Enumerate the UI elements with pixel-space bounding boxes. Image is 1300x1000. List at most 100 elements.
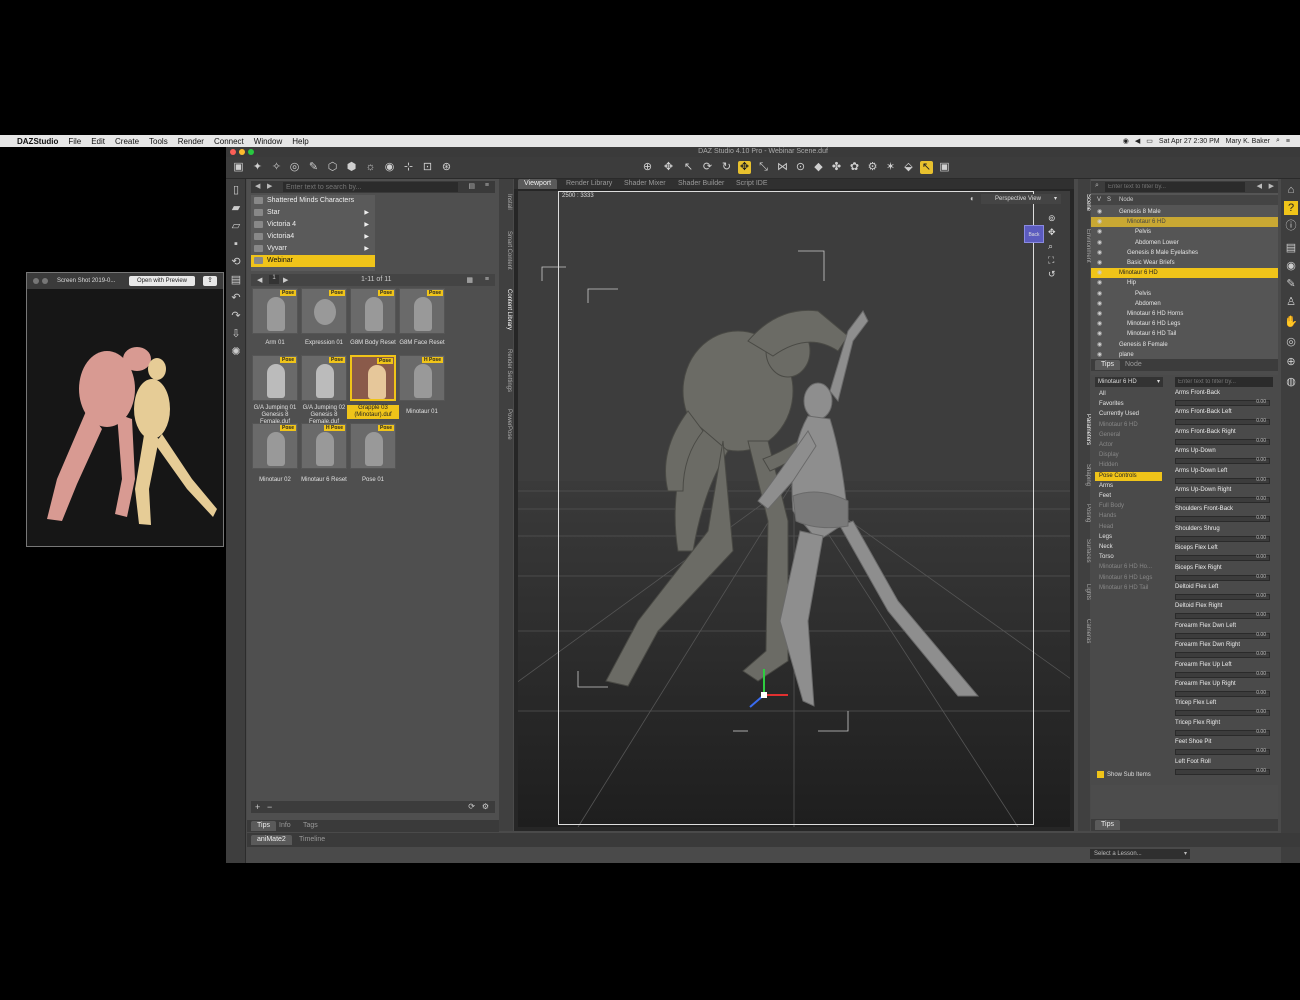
redo-icon[interactable]: ↷ — [229, 309, 243, 323]
create-distant-light-icon[interactable]: ◉ — [383, 161, 396, 174]
view-selector[interactable]: Perspective View ▾ — [981, 194, 1061, 204]
tab-node[interactable]: Node — [1119, 360, 1148, 370]
menu-list-icon[interactable]: ≡ — [1286, 138, 1290, 145]
parameter-category[interactable]: Minotaur 6 HD Legs — [1095, 574, 1162, 583]
menu-file[interactable]: File — [63, 137, 86, 146]
minimize-window-icon[interactable] — [239, 149, 245, 155]
parameter-slider[interactable]: Tricep Flex Right 0.00 — [1171, 719, 1274, 738]
tab-tips[interactable]: Tips — [1095, 820, 1120, 830]
tab-cameras[interactable]: Cameras — [1079, 619, 1091, 643]
asset-pose-01[interactable]: Pose — [350, 423, 396, 469]
parameter-category[interactable]: Full Body — [1095, 502, 1162, 511]
parameter-category[interactable]: Currently Used — [1095, 410, 1162, 419]
parameter-category[interactable]: Minotaur 6 HD Tail — [1095, 584, 1162, 593]
slider-value[interactable]: 0.00 — [1256, 709, 1266, 715]
asset-g8m-face-reset[interactable]: Pose — [399, 288, 445, 334]
close-window-icon[interactable] — [33, 278, 39, 284]
geometry-editor-icon[interactable]: ✤ — [830, 161, 843, 174]
slider-value[interactable]: 0.00 — [1256, 748, 1266, 754]
parameter-slider[interactable]: Biceps Flex Left 0.00 — [1171, 544, 1274, 563]
volume-icon[interactable]: ◀ — [1135, 137, 1140, 145]
camera-orbit-icon[interactable]: ⊚ — [1048, 213, 1056, 224]
prev-page-icon[interactable]: ◀ — [257, 276, 262, 284]
close-window-icon[interactable] — [230, 149, 236, 155]
parameter-category[interactable]: Favorites — [1095, 400, 1162, 409]
tab-script-ide[interactable]: Script IDE — [730, 179, 774, 189]
slider-value[interactable]: 0.00 — [1256, 671, 1266, 677]
forward-icon[interactable]: ▶ — [267, 182, 272, 190]
visibility-eye-icon[interactable]: ◉ — [1097, 260, 1104, 266]
brush-icon[interactable]: ✎ — [1284, 277, 1298, 291]
parameter-category[interactable]: Feet — [1095, 492, 1162, 501]
col-node[interactable]: Node — [1119, 195, 1133, 205]
slider-value[interactable]: 0.00 — [1256, 515, 1266, 521]
slider-value[interactable]: 0.00 — [1256, 612, 1266, 618]
visibility-eye-icon[interactable]: ◉ — [1097, 291, 1104, 297]
slider-value[interactable]: 0.00 — [1256, 651, 1266, 657]
zoom-window-icon[interactable] — [248, 149, 254, 155]
scene-node-row[interactable]: ◉ Basic Wear Briefs — [1091, 258, 1278, 268]
tab-smart-content[interactable]: Smart Content — [500, 231, 512, 270]
col-selectable[interactable]: S — [1107, 195, 1111, 205]
parameter-category[interactable]: Hidden — [1095, 461, 1162, 470]
grid-view-icon[interactable]: ▦ — [466, 276, 473, 284]
visibility-eye-icon[interactable]: ◉ — [1097, 301, 1104, 307]
power-pose-icon[interactable]: ⊙ — [794, 161, 807, 174]
asset-minotaur-01[interactable]: H Pose — [399, 355, 445, 401]
parameter-category[interactable]: Minotaur 6 HD — [1095, 421, 1162, 430]
open-file-icon[interactable]: ▰ — [229, 201, 243, 215]
back-icon[interactable]: ◀ — [1257, 182, 1262, 190]
parameter-slider[interactable]: Arms Front-Back 0.00 — [1171, 389, 1274, 408]
save-as-icon[interactable]: ⟲ — [229, 255, 243, 269]
universal-tool-icon[interactable]: ✥ — [662, 161, 675, 174]
parameter-slider[interactable]: Arms Up-Down Left 0.00 — [1171, 467, 1274, 486]
asset-ga-jumping-02[interactable]: Pose — [301, 355, 347, 401]
refresh-icon[interactable]: ⟳ — [468, 802, 475, 811]
scene-node-row[interactable]: ◉ Abdomen Lower — [1091, 238, 1278, 248]
parameter-slider[interactable]: Biceps Flex Right 0.00 — [1171, 564, 1274, 583]
create-sphere-icon[interactable]: ⊛ — [440, 161, 453, 174]
slider-value[interactable]: 0.00 — [1256, 690, 1266, 696]
export-icon[interactable]: ▤ — [229, 273, 243, 287]
create-plane-icon[interactable]: ⊡ — [421, 161, 434, 174]
new-file-icon[interactable]: ▯ — [229, 183, 243, 197]
asset-arm-01[interactable]: Pose — [252, 288, 298, 334]
slider-value[interactable]: 0.00 — [1256, 554, 1266, 560]
share-icon[interactable]: ⇪ — [203, 276, 217, 286]
tab-parameters[interactable]: Parameters — [1079, 414, 1091, 445]
asset-grapple-03[interactable]: Pose — [350, 355, 396, 401]
view-options-icon[interactable]: ▤ — [468, 182, 475, 190]
3d-viewport[interactable]: 2500 : 3333 Perspective View ▾ ◐ Back ⊚ … — [518, 191, 1070, 827]
menu-tools[interactable]: Tools — [144, 137, 173, 146]
parameter-slider[interactable]: Arms Front-Back Left 0.00 — [1171, 408, 1274, 427]
visibility-eye-icon[interactable]: ◉ — [1097, 280, 1104, 286]
settings-icon[interactable]: ⚙ — [482, 802, 489, 811]
tab-tags[interactable]: Tags — [297, 821, 324, 831]
wifi-icon[interactable]: ◉ — [1123, 137, 1129, 145]
slider-value[interactable]: 0.00 — [1256, 535, 1266, 541]
pose-icon[interactable]: ✋ — [1284, 315, 1298, 329]
scene-node-row[interactable]: ◉ Genesis 8 Male — [1091, 207, 1278, 217]
pan-icon[interactable]: ✥ — [1048, 227, 1056, 238]
parameter-slider[interactable]: Forearm Flex Up Right 0.00 — [1171, 680, 1274, 699]
parameter-category[interactable]: Head — [1095, 523, 1162, 532]
create-spotlight-icon[interactable]: ✎ — [307, 161, 320, 174]
parameter-category[interactable]: General — [1095, 431, 1162, 440]
visibility-eye-icon[interactable]: ◉ — [1097, 321, 1104, 327]
frame-icon[interactable]: ⛶ — [1048, 255, 1054, 266]
asset-expression-01[interactable]: Pose — [301, 288, 347, 334]
create-point-light-icon[interactable]: ☼ — [364, 161, 377, 174]
remove-icon[interactable]: − — [267, 802, 272, 812]
reset-view-icon[interactable]: ↺ — [1048, 269, 1056, 280]
page-number[interactable]: 1 — [269, 275, 279, 284]
world-icon[interactable]: ⊕ — [1284, 355, 1298, 369]
parameter-slider[interactable]: Forearm Flex Dwn Left 0.00 — [1171, 622, 1274, 641]
parameter-slider[interactable]: Arms Front-Back Right 0.00 — [1171, 428, 1274, 447]
figure-icon[interactable]: ♙ — [1284, 295, 1298, 309]
create-proxy-icon[interactable]: ⊹ — [402, 161, 415, 174]
pose-tool-icon[interactable]: ↖ — [920, 161, 933, 174]
tab-posing[interactable]: Posing — [1079, 504, 1091, 522]
node-selector[interactable]: Minotaur 6 HD ▾ — [1095, 377, 1163, 387]
surface-tool-icon[interactable]: ⬙ — [902, 161, 915, 174]
scene-node-row[interactable]: ◉ Minotaur 6 HD Legs — [1091, 319, 1278, 329]
